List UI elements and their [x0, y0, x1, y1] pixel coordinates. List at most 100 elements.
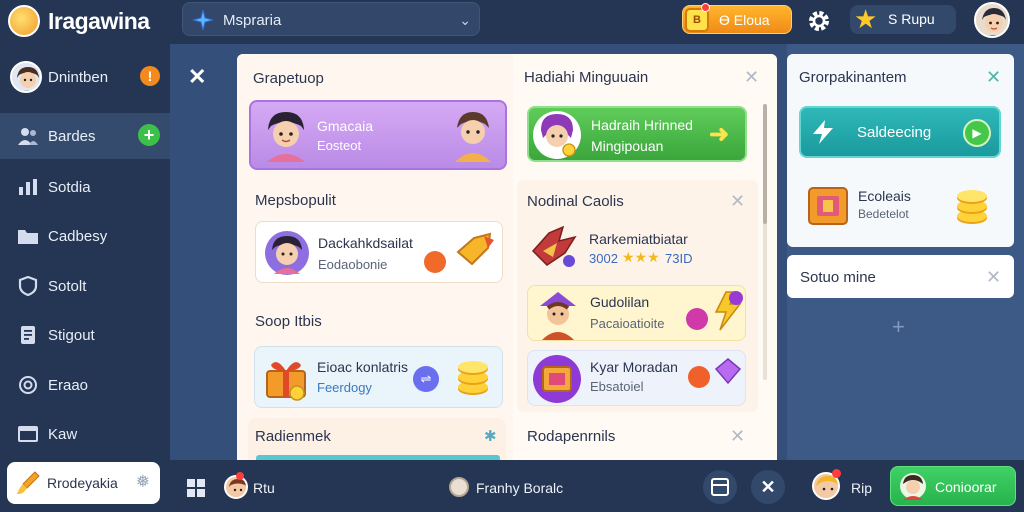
list-card[interactable]: Kyar Moradan Ebsatoiel: [527, 350, 746, 406]
user-avatar[interactable]: [974, 2, 1010, 38]
coin-label: Ɵ Eloua: [719, 12, 770, 28]
diamond-icon: [714, 358, 742, 385]
sidebar-item-label: Cadbesy: [48, 228, 108, 245]
character-icon: [540, 292, 576, 340]
orange-coin-icon: [424, 251, 446, 273]
card-subtitle: Pacaioatioite: [590, 316, 665, 331]
section-title: Soop Itbis: [255, 313, 322, 330]
search-value: Mspraria: [223, 12, 282, 29]
close-icon[interactable]: ✕: [188, 64, 206, 90]
continue-button-label: Conioorar: [935, 479, 997, 495]
sidebar-item-label: Sotolt: [48, 278, 87, 295]
close-icon[interactable]: ✕: [730, 191, 745, 212]
app-logo-icon[interactable]: [8, 5, 40, 37]
star-button[interactable]: ★ S Rupu: [850, 5, 956, 34]
window-icon: [18, 426, 38, 442]
search-dropdown[interactable]: Mspraria ⌄: [182, 2, 480, 36]
character-icon: [265, 231, 309, 275]
section-title: Rodapenrnils: [527, 428, 616, 445]
orange-coin-icon: [688, 366, 710, 388]
scrollbar-thumb[interactable]: [763, 104, 767, 224]
close-icon[interactable]: ✕: [744, 67, 759, 88]
window-icon: [711, 478, 729, 496]
character-icon: [267, 112, 305, 162]
sidebar-bottom-item[interactable]: Rrodeyakia ❅: [7, 462, 160, 504]
item-subtitle: Bedetelot: [858, 207, 909, 221]
coin-button[interactable]: B Ɵ Eloua: [682, 3, 792, 34]
star-icon: ★: [854, 4, 878, 34]
card-title: Kyar Moradan: [590, 359, 678, 375]
sidebar-item-label: Sotdia: [48, 179, 91, 196]
swap-icon[interactable]: ⇌: [413, 366, 439, 392]
teal-button-label: Saldeecing: [857, 124, 932, 141]
app-title: Iragawina: [48, 8, 150, 34]
card-title: Eioac konlatris: [317, 359, 409, 375]
sidebar-item-label: Kaw: [48, 426, 78, 443]
close-icon[interactable]: ✕: [986, 267, 1001, 288]
list-card[interactable]: Eioac konlatris Feerdogy ⇌: [254, 346, 503, 408]
card-title: Gudolilan: [590, 294, 650, 310]
character-icon: [533, 111, 581, 159]
sidebar-item-bardes[interactable]: Bardes +: [0, 113, 170, 159]
close-button[interactable]: ✕: [751, 470, 785, 504]
sidebar-item-kaw[interactable]: Kaw: [0, 411, 170, 457]
sidebar-item-label: Dnintben: [48, 69, 109, 86]
list-card[interactable]: Dackahkdsailat Eodaobonie: [255, 221, 503, 283]
add-icon[interactable]: +: [138, 124, 160, 146]
sidebar-item-sotolt[interactable]: Sotolt: [0, 263, 170, 309]
grid-icon[interactable]: [186, 478, 206, 498]
sidebar-item-cadbesy[interactable]: Cadbesy: [0, 213, 170, 259]
character-icon: [455, 112, 491, 162]
right-panel-title: Grorpakinantem: [799, 69, 907, 86]
teal-action-button[interactable]: Saldeecing ▶: [799, 106, 1001, 158]
notification-dot: [236, 472, 244, 480]
layout-button[interactable]: [703, 470, 737, 504]
list-card[interactable]: Rarkemiatbiatar 3002 ★★★ 73ID: [527, 219, 746, 275]
coin-stack-icon: [957, 190, 987, 224]
featured-card-purple[interactable]: Gmacaia Eosteot: [249, 100, 507, 170]
lightning-icon: [813, 120, 833, 144]
play-icon[interactable]: ▶: [963, 119, 991, 147]
close-icon[interactable]: ✕: [730, 426, 745, 447]
users-icon: [18, 128, 38, 145]
arrow-right-icon[interactable]: ➜: [709, 120, 729, 149]
person-icon: [12, 63, 40, 91]
star-label: S Rupu: [888, 11, 935, 27]
chart-icon: [19, 179, 37, 195]
target-icon: [19, 376, 37, 394]
section-title: Mepsbopulit: [255, 192, 336, 209]
card-subtitle: 3002: [589, 251, 618, 266]
chest-icon: [808, 187, 848, 225]
folder-icon: [18, 230, 38, 244]
sidebar-item-eraao[interactable]: Eraao: [0, 362, 170, 408]
gear-icon[interactable]: [806, 8, 832, 34]
close-icon[interactable]: ✕: [986, 67, 1001, 88]
card-title: Rarkemiatbiatar: [589, 231, 688, 247]
add-icon[interactable]: +: [892, 314, 905, 340]
gem-icon: [456, 232, 494, 266]
location-icon[interactable]: [449, 477, 469, 497]
card-title: Dackahkdsailat: [318, 235, 413, 251]
featured-card-green[interactable]: Hadraih Hrinned Mingipouan ➜: [527, 106, 747, 162]
sidebar-item-stigout[interactable]: Stigout: [0, 312, 170, 358]
continue-button[interactable]: Conioorar: [890, 466, 1016, 506]
section-title: Hadiahi Minguuain: [524, 69, 649, 86]
card-subtitle: Feerdogy: [317, 380, 372, 395]
card-title: Hadraih Hrinned: [591, 117, 693, 133]
bottom-user-name: Rtu: [253, 480, 275, 496]
snowflake-icon[interactable]: ❅: [136, 472, 150, 492]
list-card-highlighted[interactable]: Gudolilan Pacaioatioite: [527, 285, 746, 341]
card-subtitle: Ebsatoiel: [590, 379, 644, 394]
chevron-down-icon[interactable]: ⌄: [459, 12, 471, 29]
card-code: 73ID: [665, 251, 693, 266]
sidebar-item-profile[interactable]: Dnintben !: [0, 54, 170, 100]
item-title: Ecoleais: [858, 188, 911, 204]
section-title: Radienmek: [255, 428, 331, 445]
treasure-icon: [533, 355, 581, 403]
lightning-icon: [714, 291, 743, 331]
sidebar-item-sotdia[interactable]: Sotdia: [0, 164, 170, 210]
section-title: Nodinal Caolis: [527, 193, 624, 210]
notification-badge: !: [140, 66, 160, 86]
card-subtitle: Eosteot: [317, 138, 362, 153]
coin-stack-icon: [458, 361, 488, 395]
